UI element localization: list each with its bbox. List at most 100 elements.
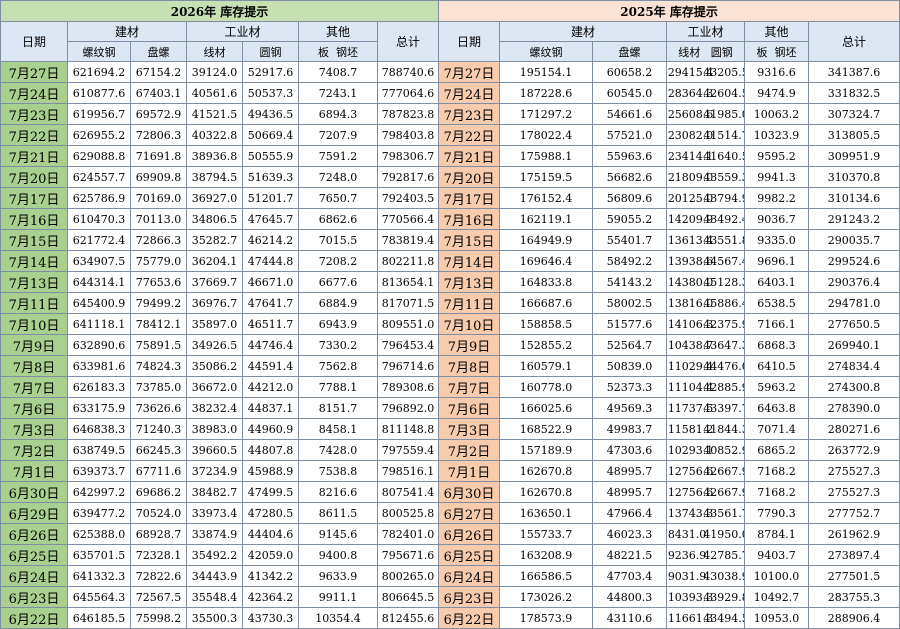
value-cell-2025: 41950.0 xyxy=(703,527,745,541)
date-cell-2025: 7月16日 xyxy=(438,208,501,230)
date-cell-2026: 6月25日 xyxy=(0,544,68,566)
value-cell-2025: 313805.5 xyxy=(808,124,900,146)
value-cell-2026: 36927.0 xyxy=(186,187,243,209)
value-cell-2025: 166586.5 xyxy=(499,565,594,587)
value-cell-2026: 50555.9 xyxy=(242,145,299,167)
value-cell-2026: 50537.3 xyxy=(242,82,299,104)
value-cell-2025: 42604.5 xyxy=(703,86,745,100)
date-cell-2025: 7月8日 xyxy=(438,355,501,377)
date-cell-2025: 7月13日 xyxy=(438,271,501,293)
value-cell-2025: 10393.3 xyxy=(667,590,714,604)
value-cell-2026: 797559.4 xyxy=(376,439,440,461)
value-cell-2025: 164949.9 xyxy=(499,229,594,251)
date-cell-2026: 7月10日 xyxy=(0,313,68,335)
value-cell-2025: 41640.5 xyxy=(703,149,745,163)
value-cell-2026: 7207.9 xyxy=(298,124,378,146)
value-cell-2025: 48995.7 xyxy=(592,481,668,503)
value-cell-2025: 43205.5 xyxy=(703,65,745,79)
value-cell-2025: 175988.1 xyxy=(499,145,594,167)
wire-round-cell-2025: 11581.241844.3 xyxy=(666,418,746,440)
value-cell-2025: 42667.9 xyxy=(703,464,745,478)
table-row: 7月21日 629088.8 71691.8 38936.8 50555.9 7591.2… xyxy=(0,145,900,167)
header-billet-label-2026: 钢坯 xyxy=(336,45,358,59)
value-cell-2026: 817071.5 xyxy=(376,292,440,314)
header-wire-label-2025: 线材 xyxy=(678,45,701,59)
value-cell-2025: 274834.4 xyxy=(808,355,900,377)
value-cell-2025: 307324.7 xyxy=(808,103,900,125)
value-cell-2026: 8458.1 xyxy=(298,418,378,440)
header-total-2025: 总计 xyxy=(808,21,900,62)
value-cell-2025: 9941.3 xyxy=(744,166,810,188)
date-cell-2026: 6月26日 xyxy=(0,523,68,545)
value-cell-2026: 44807.8 xyxy=(242,439,299,461)
value-cell-2026: 68928.7 xyxy=(130,523,187,545)
table-row: 7月16日 610470.3 70113.0 34806.5 47645.7 6862.6… xyxy=(0,208,900,230)
value-cell-2026: 73626.6 xyxy=(130,397,187,419)
value-cell-2025: 12756.6 xyxy=(667,485,714,499)
value-cell-2025: 43397.7 xyxy=(703,401,745,415)
date-cell-2026: 6月29日 xyxy=(0,502,68,524)
value-cell-2025: 6538.5 xyxy=(744,292,810,314)
value-cell-2026: 645400.9 xyxy=(67,292,131,314)
table-row: 7月2日 638749.5 66245.3 39660.5 44807.8 7428.0 7… xyxy=(0,439,900,461)
value-cell-2026: 641332.3 xyxy=(67,565,131,587)
value-cell-2026: 8611.5 xyxy=(298,502,378,524)
wire-round-cell-2025: 14106.342375.9 xyxy=(666,313,746,335)
value-cell-2025: 162670.8 xyxy=(499,481,594,503)
value-cell-2026: 641118.1 xyxy=(67,313,131,335)
value-cell-2025: 59055.2 xyxy=(592,208,668,230)
wire-round-cell-2025: 13743.343561.7 xyxy=(666,502,746,524)
header-round-label-2025: 圆钢 xyxy=(710,45,733,59)
value-cell-2025: 60658.2 xyxy=(592,61,668,83)
value-cell-2026: 47444.8 xyxy=(242,250,299,272)
date-cell-2026: 7月6日 xyxy=(0,397,68,419)
date-cell-2025: 7月24日 xyxy=(438,82,501,104)
value-cell-2025: 277650.5 xyxy=(808,313,900,335)
table-row: 6月24日 641332.3 72822.6 34443.9 41342.2 9633.9… xyxy=(0,565,900,587)
value-cell-2025: 10100.0 xyxy=(744,565,810,587)
value-cell-2026: 35086.2 xyxy=(186,355,243,377)
value-cell-2025: 45886.4 xyxy=(703,296,745,310)
value-cell-2025: 8431.0 xyxy=(667,527,707,541)
value-cell-2025: 10063.2 xyxy=(744,103,810,125)
date-cell-2025: 7月2日 xyxy=(438,439,501,461)
date-cell-2026: 7月27日 xyxy=(0,61,68,83)
value-cell-2025: 23082.0 xyxy=(667,128,714,142)
date-cell-2026: 7月1日 xyxy=(0,460,68,482)
value-cell-2026: 813654.1 xyxy=(376,271,440,293)
value-cell-2026: 809551.0 xyxy=(376,313,440,335)
value-cell-2026: 41521.5 xyxy=(186,103,243,125)
value-cell-2025: 55401.7 xyxy=(592,229,668,251)
value-cell-2026: 811148.8 xyxy=(376,418,440,440)
value-cell-2025: 43110.6 xyxy=(592,607,668,629)
value-cell-2026: 72806.3 xyxy=(130,124,187,146)
value-cell-2025: 29415.4 xyxy=(667,65,714,79)
wire-round-cell-2025: 14209.943492.4 xyxy=(666,208,746,230)
date-cell-2025: 7月27日 xyxy=(438,61,501,83)
value-cell-2025: 157189.9 xyxy=(499,439,594,461)
table-row: 7月3日 646838.3 71240.3 38983.0 44960.9 8458.1 8… xyxy=(0,418,900,440)
value-cell-2026: 787823.8 xyxy=(376,103,440,125)
value-cell-2025: 21809.0 xyxy=(667,170,714,184)
value-cell-2025: 6410.5 xyxy=(744,355,810,377)
value-cell-2026: 45988.9 xyxy=(242,460,299,482)
wire-round-cell-2025: 28364.342604.5 xyxy=(666,82,746,104)
value-cell-2026: 39124.0 xyxy=(186,61,243,83)
value-cell-2025: 11104.4 xyxy=(667,380,714,394)
value-cell-2026: 51201.7 xyxy=(242,187,299,209)
value-cell-2025: 13743.3 xyxy=(667,506,714,520)
value-cell-2025: 58002.5 xyxy=(592,292,668,314)
value-cell-2025: 47303.6 xyxy=(592,439,668,461)
value-cell-2026: 36204.1 xyxy=(186,250,243,272)
value-cell-2026: 9145.6 xyxy=(298,523,378,545)
date-cell-2025: 7月20日 xyxy=(438,166,501,188)
value-cell-2025: 54143.2 xyxy=(592,271,668,293)
value-cell-2025: 299524.6 xyxy=(808,250,900,272)
value-cell-2026: 51639.3 xyxy=(242,166,299,188)
date-cell-2026: 6月23日 xyxy=(0,586,68,608)
value-cell-2025: 49983.7 xyxy=(592,418,668,440)
value-cell-2026: 625786.9 xyxy=(67,187,131,209)
value-cell-2025: 162670.8 xyxy=(499,460,594,482)
date-cell-2026: 7月15日 xyxy=(0,229,68,251)
value-cell-2026: 798306.7 xyxy=(376,145,440,167)
